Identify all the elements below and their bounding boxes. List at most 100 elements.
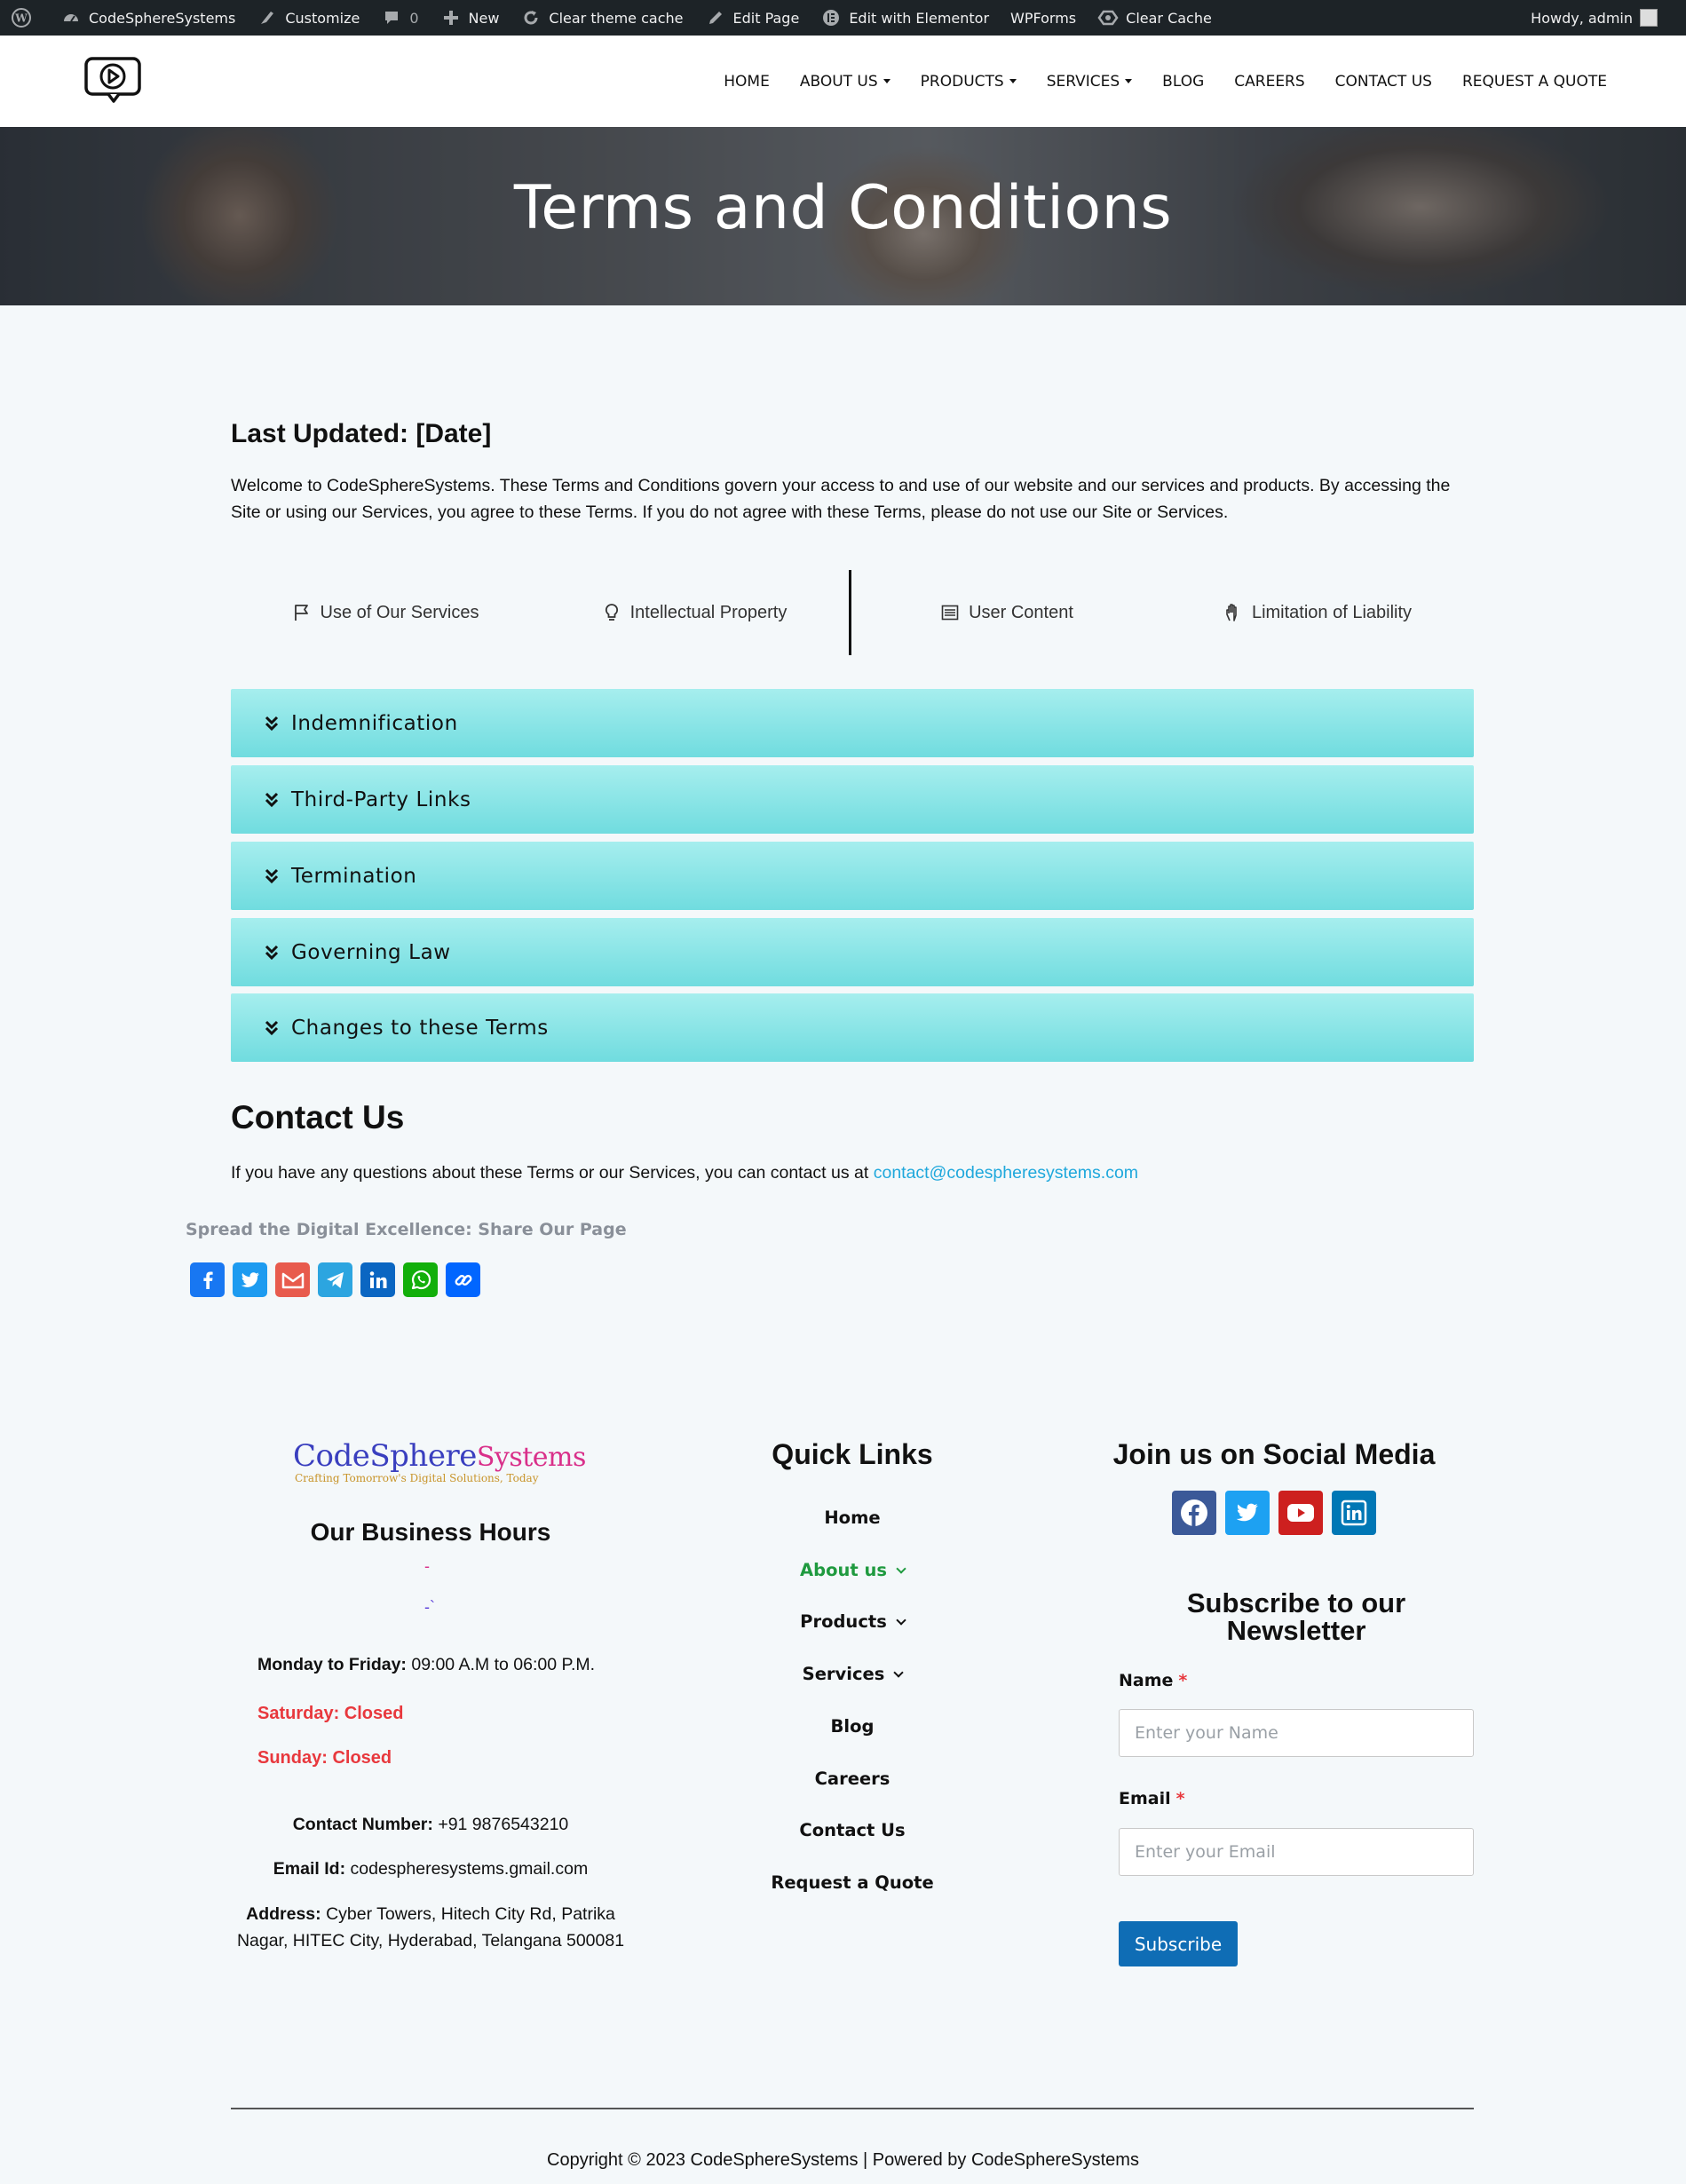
- gmail-icon: [281, 1272, 304, 1288]
- tab-limitation-of-liability[interactable]: Limitation of Liability: [1161, 568, 1474, 657]
- nav-home[interactable]: HOME: [708, 73, 785, 91]
- pencil-icon: [705, 7, 726, 28]
- share-linkedin-button[interactable]: [360, 1262, 395, 1297]
- admin-site-name[interactable]: CodeSphereSystems: [50, 0, 246, 36]
- wordpress-logo-button[interactable]: W: [0, 0, 50, 36]
- contact-number-label: Contact Number:: [292, 1815, 433, 1834]
- tab-user-content[interactable]: User Content: [852, 568, 1161, 657]
- subscribe-button[interactable]: Subscribe: [1119, 1921, 1238, 1966]
- email-label-text: Email: [1119, 1789, 1171, 1808]
- email-id-label: Email Id:: [273, 1859, 346, 1879]
- nav-careers[interactable]: CAREERS: [1219, 73, 1319, 91]
- nav-request-quote[interactable]: REQUEST A QUOTE: [1447, 73, 1622, 91]
- admin-clear-theme-cache[interactable]: Clear theme cache: [510, 0, 693, 36]
- page-title: Terms and Conditions: [513, 173, 1173, 243]
- caret-down-icon: [1125, 79, 1133, 83]
- footer-logo-main: CodeSphere: [293, 1438, 477, 1474]
- quick-link-services[interactable]: Services: [675, 1664, 1030, 1684]
- social-youtube-button[interactable]: [1278, 1491, 1323, 1535]
- double-chevron-down-icon: [263, 944, 281, 961]
- social-facebook-button[interactable]: [1172, 1491, 1216, 1535]
- accordion-indemnification[interactable]: Indemnification: [231, 689, 1474, 757]
- social-media-heading: Join us on Social Media: [1112, 1438, 1436, 1470]
- admin-comments-count: 0: [409, 9, 419, 27]
- weekday-hours-value: 09:00 A.M to 06:00 P.M.: [411, 1655, 596, 1674]
- site-logo[interactable]: [83, 55, 144, 105]
- accordion-title: Changes to these Terms: [291, 1016, 549, 1040]
- admin-edit-elementor[interactable]: Edit with Elementor: [810, 0, 1000, 36]
- newsletter-email-input[interactable]: [1119, 1828, 1474, 1876]
- quick-link-products[interactable]: Products: [675, 1611, 1030, 1632]
- share-facebook-button[interactable]: [190, 1262, 225, 1297]
- quick-link-request-quote[interactable]: Request a Quote: [675, 1872, 1030, 1893]
- accordion-title: Termination: [291, 864, 417, 888]
- quick-link-blog[interactable]: Blog: [675, 1716, 1030, 1737]
- tab-use-of-services[interactable]: Use of Our Services: [231, 568, 540, 657]
- quick-link-label: Careers: [814, 1769, 890, 1789]
- nav-blog[interactable]: BLOG: [1147, 73, 1219, 91]
- cache-icon: [1097, 7, 1119, 28]
- footer-logo-tagline: Crafting Tomorrow's Digital Solutions, T…: [295, 1472, 539, 1484]
- contact-text: If you have any questions about these Te…: [231, 1163, 874, 1183]
- quick-link-label: Products: [800, 1611, 887, 1632]
- admin-edit-page[interactable]: Edit Page: [694, 0, 811, 36]
- share-gmail-button[interactable]: [275, 1262, 310, 1297]
- admin-comments[interactable]: 0: [370, 0, 429, 36]
- nav-contact[interactable]: CONTACT US: [1320, 73, 1447, 91]
- admin-account[interactable]: Howdy, admin: [1520, 0, 1668, 36]
- share-twitter-button[interactable]: [233, 1262, 267, 1297]
- double-chevron-down-icon: [263, 791, 281, 809]
- admin-wpforms[interactable]: WPForms: [1000, 0, 1087, 36]
- tab-user-content-label: User Content: [969, 602, 1073, 622]
- accordion-termination[interactable]: Termination: [231, 842, 1474, 910]
- quick-link-about[interactable]: About us: [675, 1560, 1030, 1580]
- quick-link-label: Request a Quote: [771, 1872, 934, 1893]
- brush-icon: [257, 7, 278, 28]
- social-linkedin-button[interactable]: [1332, 1491, 1376, 1535]
- accordion-changes-to-terms[interactable]: Changes to these Terms: [231, 993, 1474, 1062]
- quick-link-careers[interactable]: Careers: [675, 1769, 1030, 1789]
- quick-link-contact[interactable]: Contact Us: [675, 1820, 1030, 1840]
- caret-down-icon: [1009, 79, 1017, 83]
- contact-email-link[interactable]: contact@codespheresystems.com: [874, 1163, 1138, 1183]
- share-whatsapp-button[interactable]: [403, 1262, 438, 1297]
- share-telegram-button[interactable]: [318, 1262, 352, 1297]
- admin-clear-cache[interactable]: Clear Cache: [1087, 0, 1223, 36]
- name-label-text: Name: [1119, 1671, 1174, 1690]
- admin-customize[interactable]: Customize: [246, 0, 370, 36]
- nav-services[interactable]: SERVICES: [1032, 73, 1147, 91]
- play-chat-logo-icon: [84, 57, 141, 103]
- accordion-governing-law[interactable]: Governing Law: [231, 918, 1474, 986]
- share-copy-link-button[interactable]: [446, 1262, 480, 1297]
- twitter-icon: [241, 1271, 259, 1287]
- social-twitter-button[interactable]: [1225, 1491, 1270, 1535]
- newsletter-heading: Subscribe to our Newsletter: [1119, 1589, 1474, 1644]
- email-field-label: Email *: [1119, 1789, 1185, 1808]
- footer-divider: [231, 2108, 1474, 2109]
- address-label: Address:: [246, 1904, 321, 1924]
- name-field-label: Name *: [1119, 1671, 1187, 1690]
- hero-banner: Terms and Conditions: [0, 127, 1686, 305]
- newsletter-name-input[interactable]: [1119, 1709, 1474, 1757]
- nav-products[interactable]: PRODUCTS: [906, 73, 1032, 91]
- quick-link-home[interactable]: Home: [675, 1507, 1030, 1528]
- nav-request-quote-label: REQUEST A QUOTE: [1461, 72, 1607, 91]
- nav-services-label: SERVICES: [1046, 72, 1120, 91]
- chevron-down-icon: [896, 1563, 906, 1574]
- tab-intellectual-property[interactable]: Intellectual Property: [540, 568, 849, 657]
- accordion-third-party-links[interactable]: Third-Party Links: [231, 765, 1474, 834]
- admin-new[interactable]: New: [430, 0, 511, 36]
- admin-new-label: New: [468, 9, 500, 27]
- newsletter-heading-line-2: Newsletter: [1226, 1615, 1366, 1646]
- footer-logo[interactable]: CodeSphereSystems Crafting Tomorrow's Di…: [293, 1438, 586, 1492]
- social-links: [1172, 1491, 1376, 1535]
- chevron-down-icon: [896, 1615, 906, 1626]
- required-mark: *: [1178, 1671, 1188, 1690]
- nav-about[interactable]: ABOUT US: [785, 73, 906, 91]
- accordion-title: Indemnification: [291, 711, 458, 735]
- svg-text:W: W: [14, 12, 28, 25]
- list-icon: [940, 603, 960, 622]
- weekday-label: Monday to Friday:: [257, 1655, 407, 1674]
- business-hours-heading: Our Business Hours: [310, 1518, 551, 1546]
- weekday-hours: Monday to Friday: 09:00 A.M to 06:00 P.M…: [257, 1655, 595, 1675]
